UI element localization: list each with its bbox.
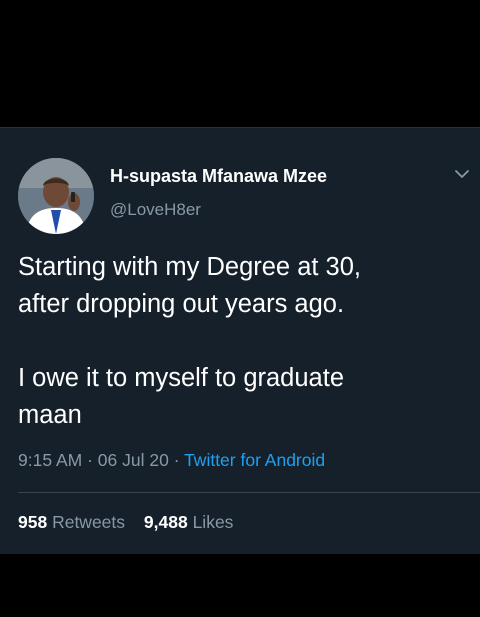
like-count: 9,488 [143, 512, 188, 532]
retweets-stat[interactable]: 958 Retweets [18, 512, 130, 532]
tweet-date[interactable]: 06 Jul 20 [98, 450, 169, 470]
user-handle[interactable]: @LoveH8er [110, 200, 201, 220]
tweet-stats: 958 Retweets 9,488 Likes [18, 512, 247, 533]
retweet-label: Retweets [52, 512, 126, 532]
meta-separator: · [173, 450, 180, 470]
like-label: Likes [192, 512, 234, 532]
tweet-text-line: after dropping out years ago. [18, 290, 345, 318]
display-name[interactable]: H-supasta Mfanawa Mzee [110, 166, 327, 187]
retweet-count: 958 [18, 512, 48, 532]
user-avatar-photo-icon [18, 158, 94, 234]
likes-stat[interactable]: 9,488 Likes [144, 512, 234, 532]
divider [18, 492, 480, 493]
tweet-text-line: maan [18, 401, 82, 429]
tweet-card: H-supasta Mfanawa Mzee @LoveH8er Startin… [0, 127, 480, 554]
tweet-text: Starting with my Degree at 30, after dro… [18, 249, 458, 434]
tweet-source-link[interactable]: Twitter for Android [184, 450, 325, 470]
meta-separator: · [87, 450, 93, 470]
chevron-down-icon[interactable] [452, 164, 472, 184]
tweet-meta: 9:15 AM · 06 Jul 20 · Twitter for Androi… [18, 450, 325, 471]
avatar[interactable] [18, 158, 94, 234]
tweet-text-line: Starting with my Degree at 30, [18, 253, 361, 281]
tweet-text-line: I owe it to myself to graduate [18, 364, 344, 392]
tweet-time[interactable]: 9:15 AM [18, 450, 82, 470]
